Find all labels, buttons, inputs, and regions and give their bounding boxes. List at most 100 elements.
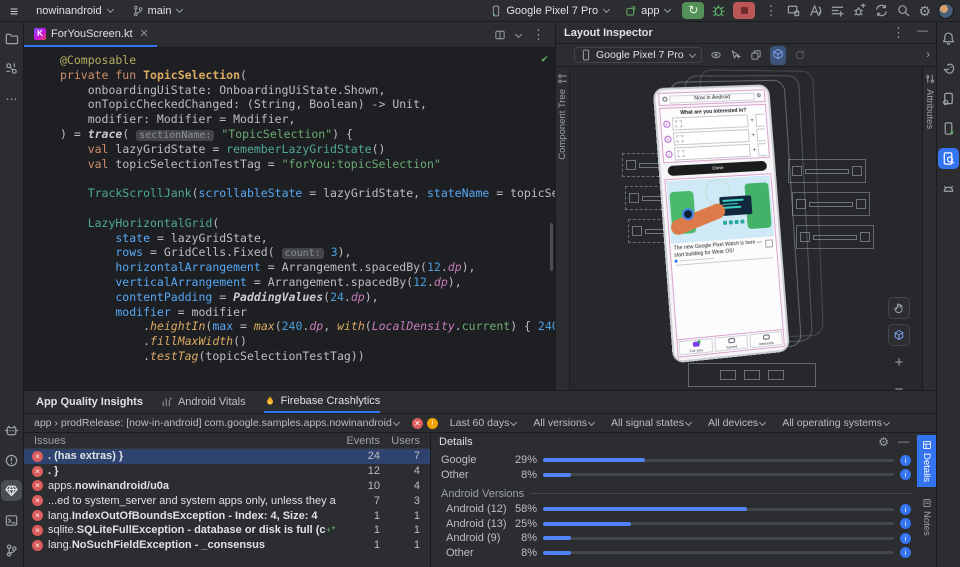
filter-dropdown[interactable]: All versions (533, 417, 596, 429)
close-tab-icon[interactable]: ✕ (140, 27, 149, 40)
info-icon[interactable]: i (900, 547, 911, 559)
gradle-sync-icon[interactable] (874, 3, 889, 18)
issue-row[interactable]: × apps.nowinandroid/u0a 10 4 (24, 479, 430, 494)
notes-vertical-tab[interactable]: Notes (917, 493, 936, 541)
panel-options-icon[interactable]: ⋮ (890, 25, 907, 41)
tab-android-vitals[interactable]: Android Vitals (161, 391, 246, 413)
tab-firebase-crashlytics[interactable]: Firebase Crashlytics (263, 391, 381, 413)
hide-panel-icon[interactable]: — (917, 25, 928, 41)
attributes-tab[interactable]: Attributes (922, 67, 936, 390)
profile-app-icon[interactable] (808, 3, 823, 18)
details-vertical-tab[interactable]: Details (917, 435, 936, 488)
filter-dropdown[interactable]: All signal states (611, 417, 693, 429)
terminal-tool-icon[interactable] (1, 510, 22, 531)
chevron-down-icon (688, 50, 696, 58)
issue-row[interactable]: × lang.NoSuchFieldException - _consensus 1… (24, 538, 430, 553)
code-editor[interactable]: @Composable private fun TopicSelection( o… (24, 48, 555, 390)
3d-mode-toggle[interactable] (769, 45, 786, 65)
more-actions-icon[interactable]: ⋮ (762, 3, 779, 19)
percent-bar (543, 521, 894, 526)
inspections-ok-icon[interactable]: ✔ (541, 52, 548, 65)
issue-row[interactable]: × lang.IndexOutOfBoundsException - Index:… (24, 508, 430, 523)
build-variants-icon[interactable] (830, 3, 845, 18)
device-selector[interactable]: Google Pixel 7 Pro (486, 4, 614, 18)
component-tree-tab[interactable]: Component Tree (556, 67, 570, 390)
scope-filter-dropdown[interactable]: app › prodRelease: [now-in-android] com.… (34, 417, 400, 429)
chevron-down-icon (759, 418, 767, 426)
details-settings-icon[interactable]: ⚙ (878, 436, 889, 448)
run-button[interactable]: ↻ (682, 2, 705, 19)
editor-tab-bar: K ForYouScreen.kt ✕ ⋮ (24, 22, 555, 48)
main-menu-icon[interactable]: ≡ (6, 4, 22, 18)
refresh-icon[interactable] (794, 49, 806, 61)
layout-inspector-tool-icon[interactable] (938, 148, 959, 169)
inspected-phone-render[interactable]: Now in Android ⚙ What are you interested… (652, 69, 824, 364)
info-icon[interactable]: i (900, 532, 911, 544)
project-tool-icon[interactable] (1, 28, 22, 49)
info-icon[interactable]: i (900, 518, 911, 530)
nav-item-icon (692, 340, 700, 347)
canvas-controls: + − (888, 297, 910, 390)
layers-icon[interactable] (750, 49, 762, 61)
editor-scrollbar[interactable] (550, 223, 553, 271)
chevron-down-icon (587, 418, 596, 426)
issue-events-count: 24 (367, 450, 380, 463)
inspector-device-selector[interactable]: Google Pixel 7 Pro (574, 47, 702, 63)
version-control-tool-icon[interactable] (1, 540, 22, 561)
inspector-3d-canvas[interactable]: Now in Android ⚙ What are you interested… (570, 67, 922, 390)
logcat-tool-icon[interactable] (1, 420, 22, 441)
fatal-filter-toggle[interactable]: ✕ (411, 417, 423, 429)
vcs-branch-widget[interactable]: main (128, 4, 188, 18)
select-component-icon[interactable] (730, 49, 742, 61)
filter-dropdown[interactable]: All operating systems (782, 417, 891, 429)
stop-button[interactable] (733, 2, 756, 19)
zoom-in-button[interactable]: + (888, 351, 910, 373)
issue-row[interactable]: × sqlite.SQLiteFullException - database o… (24, 523, 430, 538)
editor-options-icon[interactable]: ⋮ (530, 27, 547, 43)
logcat-robot-icon[interactable] (938, 178, 959, 199)
issue-row[interactable]: × . (has extras) } 24 7 (24, 449, 430, 464)
run-configuration-selector[interactable]: app (621, 4, 675, 18)
app-quality-insights-tool-icon[interactable] (1, 480, 22, 501)
editor-tab-foryouscreen[interactable]: K ForYouScreen.kt ✕ (24, 22, 157, 47)
avatar[interactable] (938, 2, 954, 19)
problems-tool-icon[interactable] (1, 450, 22, 471)
pan-tool-button[interactable] (888, 297, 910, 319)
zoom-out-button[interactable]: − (888, 378, 910, 391)
issue-events-count: 10 (367, 479, 380, 492)
nonfatal-filter-toggle[interactable]: ! (426, 417, 438, 429)
split-editor-icon[interactable] (494, 29, 506, 41)
bar-label: Android (13) (446, 517, 507, 530)
collapse-details-icon[interactable]: — (898, 436, 909, 448)
issue-row[interactable]: × . } 12 4 (24, 464, 430, 479)
bar-percent: 29% (514, 454, 537, 467)
gradle-tool-icon[interactable] (938, 58, 959, 79)
chevron-down-icon (176, 5, 184, 14)
info-icon[interactable]: i (900, 454, 911, 466)
phone-interests-section: What are you interested in? ✓ + ✓ + ✓ + (659, 103, 770, 164)
notifications-bell-icon[interactable] (938, 28, 959, 49)
search-icon[interactable] (896, 3, 911, 18)
git-branch-icon (133, 5, 143, 16)
info-icon[interactable]: i (900, 469, 911, 481)
settings-gear-icon[interactable]: ⚙ (918, 4, 931, 18)
chevron-down-icon[interactable] (514, 30, 523, 38)
android-studio-window: ≡ nowinandroid main Google Pixel 7 Pro a… (0, 0, 960, 567)
issue-row[interactable]: × ...ed to system_server and system apps … (24, 493, 430, 508)
running-devices-tool-icon[interactable] (938, 118, 959, 139)
toolbar-overflow-icon[interactable]: › (926, 49, 930, 61)
device-manager-tool-icon[interactable] (938, 88, 959, 109)
more-tool-windows-icon[interactable]: ⋯ (1, 88, 22, 109)
filter-dropdown[interactable]: Last 60 days (450, 417, 518, 429)
project-widget[interactable]: nowinandroid (32, 4, 117, 18)
attach-debugger-icon[interactable] (852, 3, 867, 18)
view-options-icon[interactable] (710, 49, 722, 61)
info-icon[interactable]: i (900, 503, 911, 515)
3d-rotate-button[interactable] (888, 324, 910, 346)
debug-button[interactable] (711, 3, 726, 18)
device-manager-icon[interactable] (786, 3, 801, 18)
filter-dropdown[interactable]: All devices (708, 417, 767, 429)
commit-tool-icon[interactable] (1, 58, 22, 79)
percent-bar (543, 472, 894, 477)
percent-bar (543, 458, 894, 463)
